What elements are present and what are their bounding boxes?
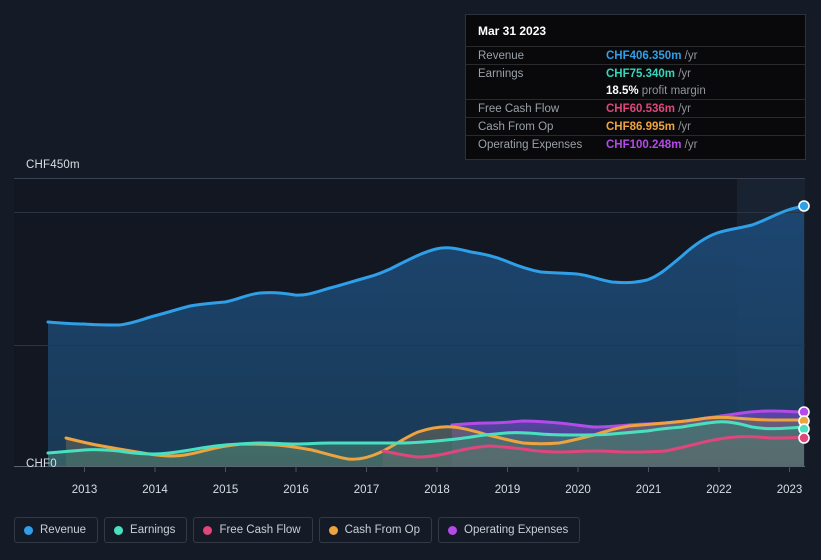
x-axis-tick-2016: 2016 xyxy=(283,484,309,496)
tooltip-date: Mar 31 2023 xyxy=(478,24,547,38)
tooltip-row: 18.5% profit margin xyxy=(466,82,805,99)
legend-color-dot xyxy=(114,525,124,535)
legend-color-dot xyxy=(328,525,338,535)
x-axis-tick-2021: 2021 xyxy=(635,484,662,496)
y-axis-zero-label: CHF0 xyxy=(26,458,57,470)
legend-item-cash-from-op[interactable]: Cash From Op xyxy=(318,517,433,543)
chart-legend[interactable]: Revenue Earnings Free Cash Flow Cash From O… xyxy=(14,517,581,543)
legend-item-revenue[interactable]: Revenue xyxy=(14,517,99,543)
legend-label: Earnings xyxy=(130,524,176,536)
legend-label: Free Cash Flow xyxy=(219,524,301,536)
x-axis-tick-2018: 2018 xyxy=(424,484,450,496)
x-axis-tick-2020: 2020 xyxy=(565,484,591,496)
tooltip-row: Earnings CHF75.340m /yr xyxy=(466,64,805,82)
chart-tooltip: Mar 31 2023 Revenue CHF406.350m /yr Earnin… xyxy=(465,14,806,160)
tooltip-row: Cash From Op CHF86.995m /yr xyxy=(466,117,805,135)
x-axis-tick-2014: 2014 xyxy=(142,484,168,496)
legend-color-dot xyxy=(24,525,33,535)
x-axis-tick-2013: 2013 xyxy=(71,484,98,496)
revenue-endpoint-marker xyxy=(798,200,810,212)
tooltip-row-label: Earnings xyxy=(478,68,524,80)
tooltip-row-label: Revenue xyxy=(478,50,525,62)
tooltip-row: Free Cash Flow CHF60.536m /yr xyxy=(466,99,805,117)
x-axis-tick-2023: 2023 xyxy=(776,484,803,496)
legend-color-dot xyxy=(203,525,213,535)
tooltip-row-label: Free Cash Flow xyxy=(478,103,560,115)
legend-item-operating-expenses[interactable]: Operating Expenses xyxy=(438,517,581,543)
x-axis-tick-2017: 2017 xyxy=(353,484,380,496)
legend-label: Operating Expenses xyxy=(464,524,569,536)
tooltip-row-value: CHF75.340m /yr xyxy=(606,68,692,80)
tooltip-row-value: CHF60.536m /yr xyxy=(606,103,692,115)
y-axis-max-label: CHF450m xyxy=(26,159,80,171)
tooltip-row-value: CHF86.995m /yr xyxy=(606,121,692,133)
tooltip-row-value: CHF406.350m /yr xyxy=(606,50,698,62)
x-axis-tick-2022: 2022 xyxy=(706,484,732,496)
x-axis-tick-2019: 2019 xyxy=(494,484,521,496)
legend-label: Revenue xyxy=(40,524,87,536)
chart-page: CHF450m CHF0 2013 2014 2015 2016 2017 2018 201… xyxy=(0,0,821,560)
tooltip-row-label: Cash From Op xyxy=(478,121,554,133)
legend-color-dot xyxy=(448,525,458,535)
legend-item-earnings[interactable]: Earnings xyxy=(104,517,188,543)
legend-item-free-cash-flow[interactable]: Free Cash Flow xyxy=(193,517,313,543)
tooltip-row: Operating Expenses CHF100.248m /yr xyxy=(466,135,805,153)
tooltip-row-value: 18.5% profit margin xyxy=(606,85,706,97)
fcf-endpoint-marker xyxy=(798,432,810,444)
tooltip-row-label: Operating Expenses xyxy=(478,139,583,151)
tooltip-rows: Revenue CHF406.350m /yr Earnings CHF75.340m… xyxy=(466,46,805,153)
tooltip-row: Revenue CHF406.350m /yr xyxy=(466,46,805,64)
x-axis-tick-2015: 2015 xyxy=(212,484,239,496)
tooltip-row-value: CHF100.248m /yr xyxy=(606,139,698,151)
legend-label: Cash From Op xyxy=(344,524,421,536)
